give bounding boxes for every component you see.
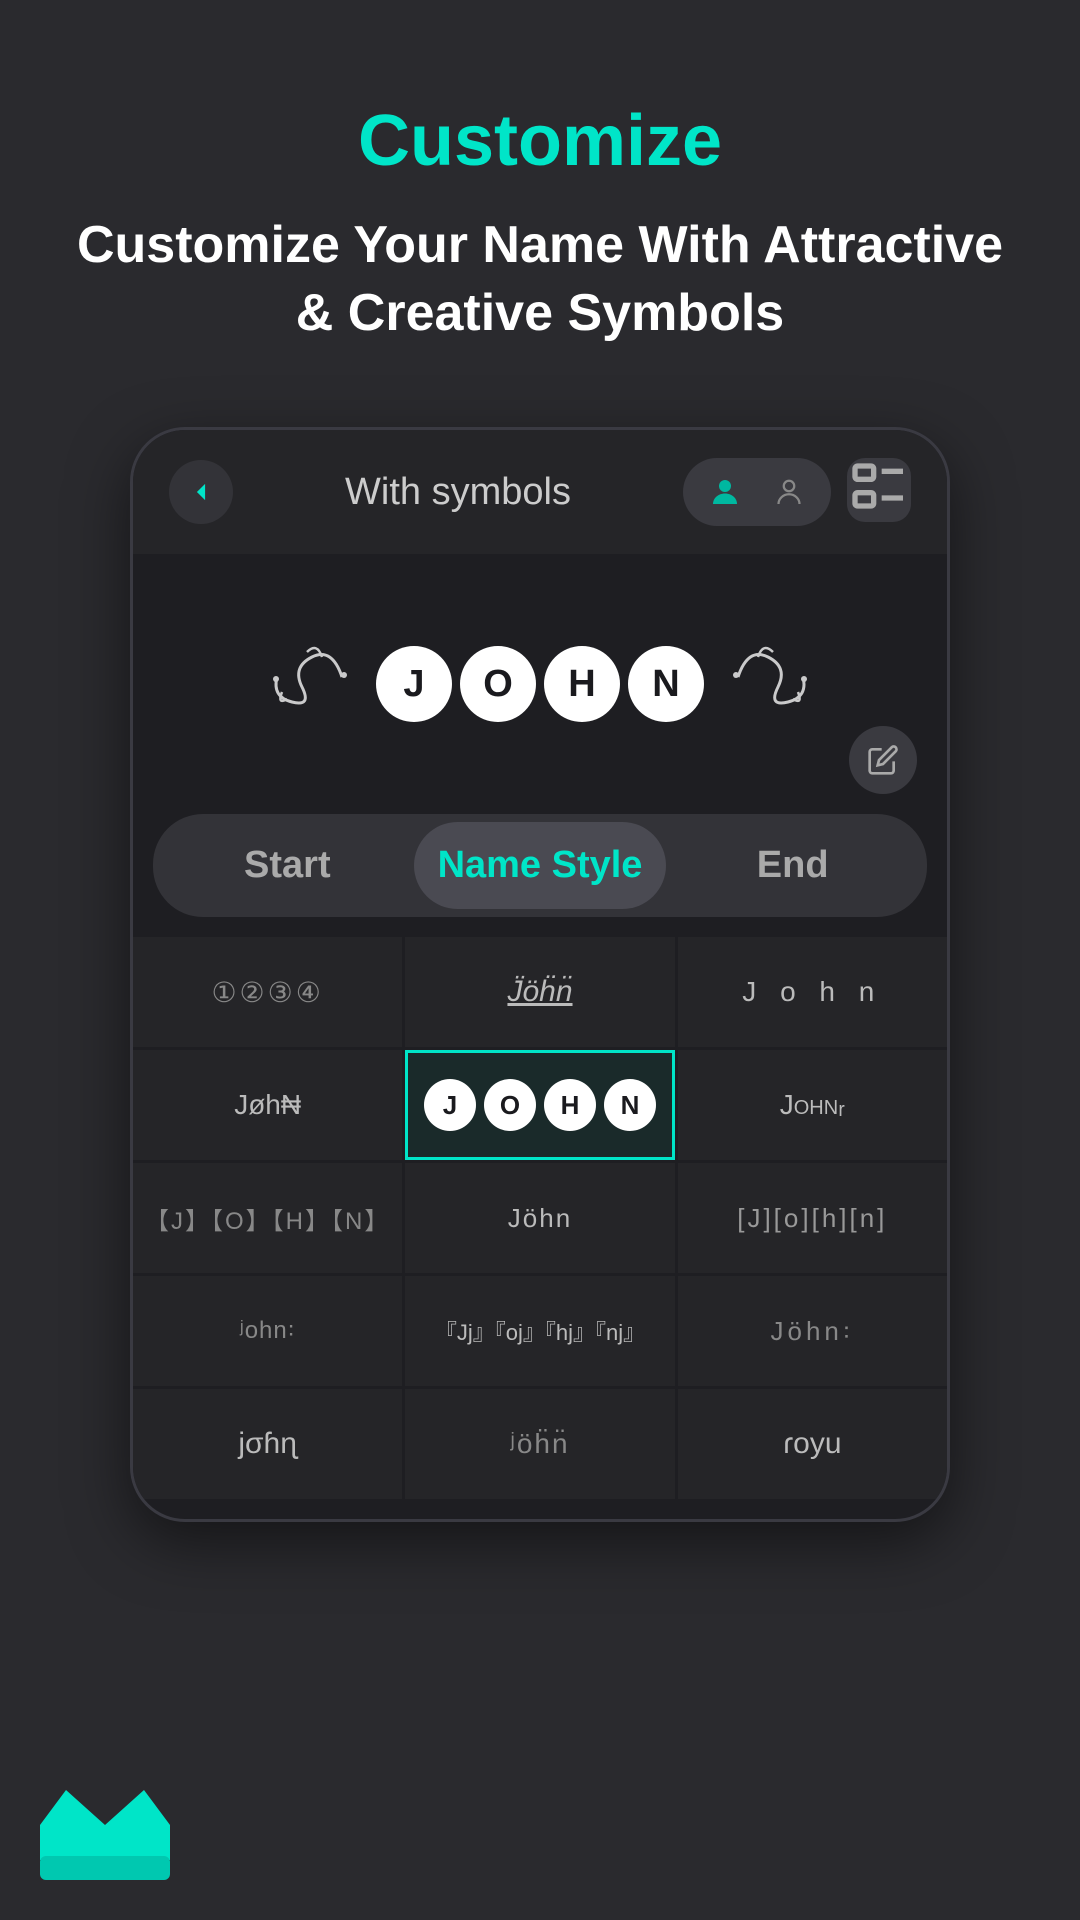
- style-cell-11[interactable]: 『Jj』『oj』『hj』『nj』: [405, 1276, 674, 1386]
- style-cell-2[interactable]: J̈öḧn̈: [405, 937, 674, 1047]
- edit-button[interactable]: [849, 726, 917, 794]
- letter-J: J: [376, 646, 452, 722]
- person-outline-icon[interactable]: [763, 466, 815, 518]
- screen-title: With symbols: [345, 471, 571, 514]
- header-section: Customize Customize Your Name With Attra…: [0, 0, 1080, 387]
- back-button[interactable]: [169, 460, 233, 524]
- style-text-10: ʲohn꞉: [240, 1317, 296, 1345]
- style-text-13: jσɦɳ: [238, 1427, 297, 1461]
- style-cell-3[interactable]: J o h n: [678, 937, 947, 1047]
- styles-grid: ①②③④ J̈öḧn̈ J o h n Jøh₦ J O H N Johnᵣ: [133, 937, 947, 1519]
- phone-mockup: With symbols: [130, 427, 950, 1522]
- name-preview-area: J O H N: [133, 554, 947, 814]
- tab-bar: Start Name Style End: [153, 814, 927, 917]
- style-text-12: Jöhn꞉: [771, 1316, 855, 1347]
- style-text-11: 『Jj』『oj』『hj』『nj』: [435, 1315, 645, 1347]
- phone-top-bar: With symbols: [133, 430, 947, 554]
- style-text-2: J̈öḧn̈: [507, 975, 572, 1009]
- tab-name-style[interactable]: Name Style: [414, 822, 667, 909]
- phone-screen: With symbols: [130, 427, 950, 1522]
- style-text-9: [J][o][h][n]: [737, 1203, 887, 1234]
- crown-base: [40, 1856, 170, 1880]
- style-text-14: ʲöḧn̈: [510, 1428, 569, 1460]
- swirl-left-decoration: [262, 637, 362, 732]
- person-filled-icon[interactable]: [699, 466, 751, 518]
- crown-icon-container: [40, 1780, 170, 1880]
- tab-start[interactable]: Start: [161, 822, 414, 909]
- page-subtitle: Customize Your Name With Attractive & Cr…: [60, 212, 1020, 347]
- style-text-15: ɾoyu: [783, 1427, 841, 1461]
- page-title: Customize: [60, 100, 1020, 182]
- style-cell-13[interactable]: jσɦɳ: [133, 1389, 402, 1499]
- style-cell-15[interactable]: ɾoyu: [678, 1389, 947, 1499]
- crown-body: [40, 1790, 170, 1860]
- letter-O: O: [460, 646, 536, 722]
- style-cell-9[interactable]: [J][o][h][n]: [678, 1163, 947, 1273]
- style-text-6: Johnᵣ: [780, 1089, 845, 1121]
- style-cell-12[interactable]: Jöhn꞉: [678, 1276, 947, 1386]
- style-text-8: Jöhn: [508, 1203, 572, 1234]
- style-cell-1[interactable]: ①②③④: [133, 937, 402, 1047]
- style-cell-8[interactable]: Jöhn: [405, 1163, 674, 1273]
- style-text-3: J o h n: [742, 976, 882, 1008]
- style-cell-5[interactable]: J O H N: [405, 1050, 674, 1160]
- top-icons-group: [683, 458, 911, 526]
- style-text-1: ①②③④: [211, 976, 323, 1009]
- crown-icon: [40, 1780, 170, 1880]
- grid-options-button[interactable]: [847, 458, 911, 522]
- swirl-right-decoration: [718, 637, 818, 732]
- letter-N: N: [628, 646, 704, 722]
- name-display: J O H N: [262, 637, 818, 732]
- style-cell-14[interactable]: ʲöḧn̈: [405, 1389, 674, 1499]
- tab-end[interactable]: End: [666, 822, 919, 909]
- style-text-7: 【J】【O】【H】【N】: [145, 1201, 390, 1236]
- style-selected-display: J O H N: [424, 1079, 656, 1131]
- style-text-4: Jøh₦: [234, 1089, 301, 1121]
- style-cell-10[interactable]: ʲohn꞉: [133, 1276, 402, 1386]
- person-icons-group: [683, 458, 831, 526]
- style-cell-7[interactable]: 【J】【O】【H】【N】: [133, 1163, 402, 1273]
- style-cell-4[interactable]: Jøh₦: [133, 1050, 402, 1160]
- style-cell-6[interactable]: Johnᵣ: [678, 1050, 947, 1160]
- letter-H: H: [544, 646, 620, 722]
